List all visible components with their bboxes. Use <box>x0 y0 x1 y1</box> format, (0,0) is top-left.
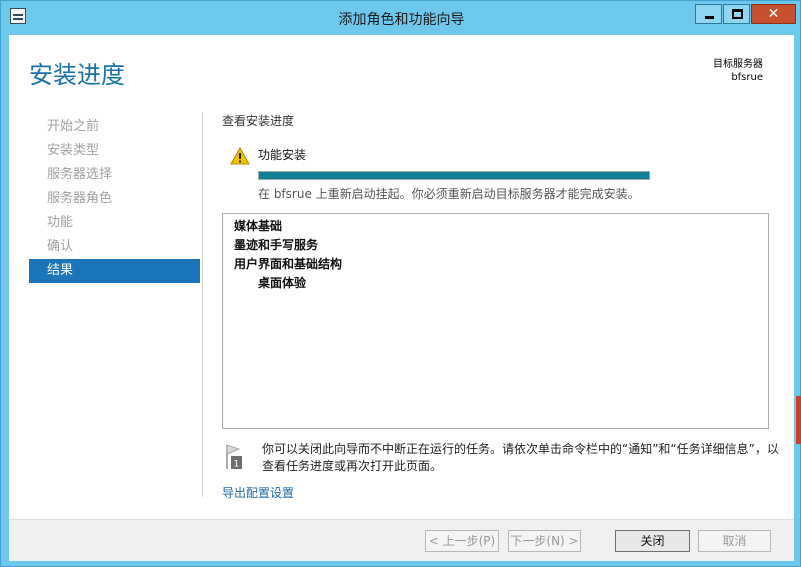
nav-item[interactable]: 开始之前 <box>29 115 200 139</box>
notification-flag-icon: 1 <box>226 444 242 470</box>
wizard-nav: 开始之前 安装类型 服务器选择 服务器角色 功能 确认 结果 <box>29 115 200 283</box>
maximize-icon <box>732 9 743 19</box>
target-server-name: bfsrue <box>731 72 763 83</box>
background-edge <box>796 396 801 444</box>
minimize-icon <box>705 16 714 19</box>
maximize-button[interactable] <box>723 4 750 24</box>
nav-item[interactable]: 结果 <box>29 259 200 283</box>
export-config-link[interactable]: 导出配置设置 <box>222 484 294 501</box>
progress-fill <box>259 172 649 179</box>
title-bar[interactable]: 添加角色和功能向导 ✕ <box>1 1 801 35</box>
previous-button[interactable]: < 上一步(P) <box>425 530 499 552</box>
wizard-window: 添加角色和功能向导 ✕ 安装进度 目标服务器 bfsrue 开始之前 安装类型 服务… <box>0 0 801 567</box>
cancel-button[interactable]: 取消 <box>698 530 771 552</box>
info-note: 你可以关闭此向导而不中断正在运行的任务。请依次单击命令栏中的“通知”和“任务详细… <box>262 442 779 473</box>
wizard-content: 安装进度 目标服务器 bfsrue 开始之前 安装类型 服务器选择 服务器角色 功能 确认… <box>9 35 794 561</box>
page-title: 安装进度 <box>29 61 125 89</box>
warning-icon <box>230 147 250 165</box>
close-window-button[interactable]: ✕ <box>751 4 796 24</box>
nav-item[interactable]: 服务器选择 <box>29 163 200 187</box>
result-item: 媒体基础 <box>234 219 283 233</box>
result-item: 桌面体验 <box>258 276 307 290</box>
next-button[interactable]: 下一步(N) > <box>508 530 581 552</box>
button-bar: < 上一步(P) 下一步(N) > 关闭 取消 <box>9 519 794 561</box>
minimize-button[interactable] <box>695 4 722 24</box>
nav-item[interactable]: 确认 <box>29 235 200 259</box>
window-title: 添加角色和功能向导 <box>338 12 465 28</box>
section-heading: 查看安装进度 <box>222 114 295 128</box>
result-item: 墨迹和手写服务 <box>234 238 319 252</box>
nav-divider <box>202 113 203 497</box>
install-progress-bar <box>258 171 650 180</box>
target-server: 目标服务器 bfsrue <box>713 58 763 84</box>
result-item: 用户界面和基础结构 <box>234 257 343 271</box>
feature-install-label: 功能安装 <box>258 148 307 162</box>
nav-item[interactable]: 功能 <box>29 211 200 235</box>
results-list[interactable]: 媒体基础墨迹和手写服务用户界面和基础结构桌面体验 <box>222 213 769 429</box>
target-server-label: 目标服务器 <box>713 59 763 70</box>
nav-item[interactable]: 安装类型 <box>29 139 200 163</box>
nav-item[interactable]: 服务器角色 <box>29 187 200 211</box>
install-status-text: 在 bfsrue 上重新启动挂起。你必须重新启动目标服务器才能完成安装。 <box>258 187 640 201</box>
notification-badge: 1 <box>234 460 240 470</box>
close-icon: ✕ <box>767 6 780 22</box>
close-button[interactable]: 关闭 <box>615 530 690 552</box>
